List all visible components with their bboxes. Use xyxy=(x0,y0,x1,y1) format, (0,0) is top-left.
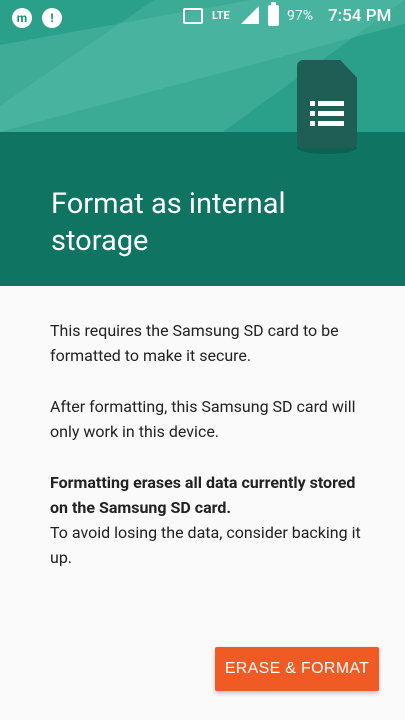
cast-icon xyxy=(183,8,203,24)
page-title: Format as internal storage xyxy=(51,187,286,258)
network-type: LTE xyxy=(212,9,230,22)
notification-app-icon: m xyxy=(12,8,32,28)
header: m ! LTE 97% 7:54 PM Format as internal s… xyxy=(0,0,405,286)
backup-advice-text: To avoid losing the data, consider backi… xyxy=(50,523,361,567)
status-bar: m ! LTE 97% 7:54 PM xyxy=(0,0,405,34)
battery-percentage: 97% xyxy=(287,8,313,24)
notification-app-icon-label: m xyxy=(16,11,28,25)
description-paragraph-2: After formatting, this Samsung SD card w… xyxy=(50,397,356,441)
chat-alert-icon-label: ! xyxy=(50,11,54,25)
description-paragraph-1: This requires the Samsung SD card to be … xyxy=(50,321,339,365)
clock: 7:54 PM xyxy=(328,6,392,26)
chat-alert-icon: ! xyxy=(42,8,62,28)
sd-card-lines-icon xyxy=(310,101,344,127)
warning-text: Formatting erases all data currently sto… xyxy=(50,473,356,517)
signal-icon xyxy=(241,6,259,24)
battery-icon xyxy=(268,2,279,26)
erase-and-format-button[interactable]: ERASE & FORMAT xyxy=(215,647,379,691)
description-paragraph-3: Formatting erases all data currently sto… xyxy=(50,470,370,570)
